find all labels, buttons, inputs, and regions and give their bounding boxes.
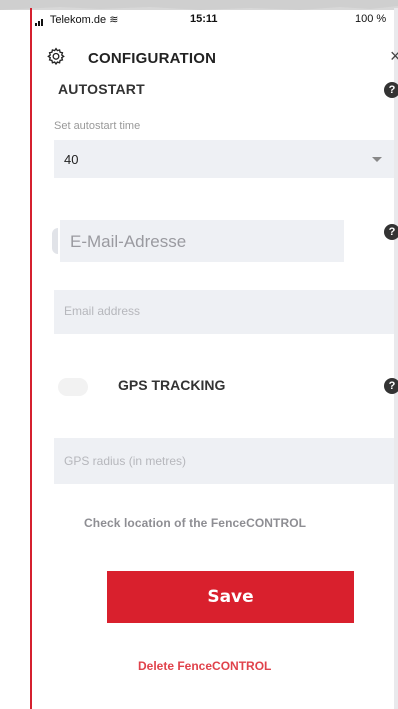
gps-radius-placeholder: GPS radius (in metres) [64,454,187,468]
gear-icon[interactable] [46,47,66,67]
gps-radius-input[interactable]: GPS radius (in metres) [54,438,394,484]
signal-icon [35,14,44,27]
header: CONFIGURATION × [32,44,398,72]
input-edge [52,228,58,254]
close-icon[interactable]: × [390,46,398,67]
autostart-field-label: Set autostart time [54,120,141,132]
carrier: Telekom.de ≋ [35,13,119,27]
save-button[interactable]: Save [107,571,354,623]
status-time: 15:11 [190,13,218,25]
email-input-de[interactable]: E-Mail-Adresse [52,220,344,262]
check-location-link[interactable]: Check location of the FenceCONTROL [84,516,306,530]
carrier-label: Telekom.de [49,14,107,26]
gps-help-icon[interactable]: ? [384,378,398,394]
wifi-icon: ≋ [109,14,119,26]
left-accent-border [30,8,32,709]
autostart-section-title: AUTOSTART [58,81,145,97]
gps-toggle[interactable] [58,378,88,396]
battery-label: 100 % [355,13,387,25]
gps-title: GPS TRACKING [118,377,226,393]
status-bar: Telekom.de ≋ 15:11 100 % [32,10,394,27]
page-title: CONFIGURATION [88,50,217,67]
right-edge [394,8,398,709]
chevron-down-icon [372,157,382,162]
torn-paper-edge [0,0,398,10]
autostart-time-select[interactable]: 40 [54,140,394,178]
delete-fencecontrol-link[interactable]: Delete FenceCONTROL [138,659,271,673]
gps-tracking-row: GPS TRACKING [54,370,394,404]
autostart-selected-value: 40 [64,152,79,167]
autostart-help-icon[interactable]: ? [384,82,398,98]
email-input[interactable]: Email address [54,290,394,334]
battery-status: 100 % [355,13,386,25]
email-help-icon[interactable]: ? [384,224,398,240]
email-placeholder-de: E-Mail-Adresse [70,232,187,251]
email-placeholder: Email address [64,304,141,318]
